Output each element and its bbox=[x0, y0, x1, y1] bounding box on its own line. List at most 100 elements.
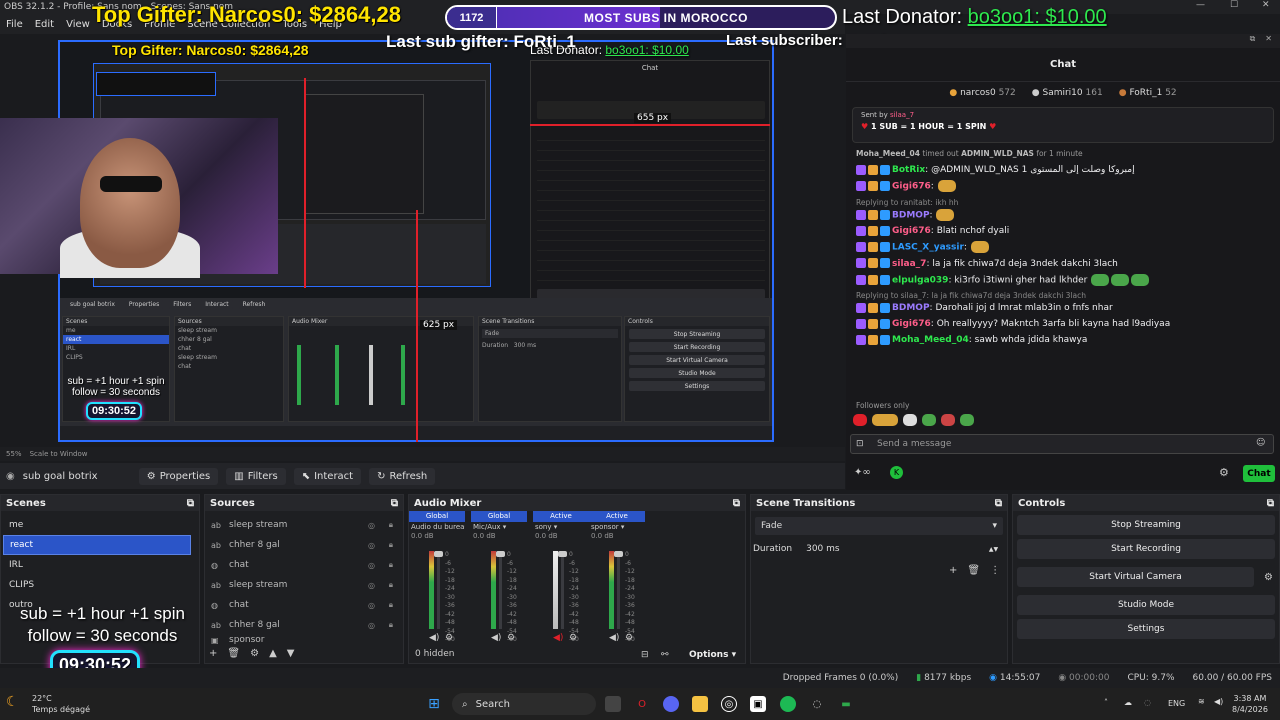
gear-icon[interactable]: ⚙ bbox=[625, 633, 633, 643]
filters-button[interactable]: ▥ Filters bbox=[226, 467, 286, 485]
lock-icon[interactable]: 🔒︎ bbox=[389, 520, 393, 530]
eye-icon[interactable]: ◎ bbox=[368, 561, 375, 570]
scene-item-me[interactable]: me bbox=[3, 515, 191, 535]
emote[interactable] bbox=[1131, 273, 1150, 286]
lock-icon[interactable]: 🔒︎ bbox=[389, 600, 393, 610]
chat-message[interactable]: Replying to ranitabt: ikh hh BDMOP: bbox=[846, 195, 1280, 224]
interact-button[interactable]: ⬉ Interact bbox=[293, 467, 362, 485]
lock-icon[interactable]: 🔒︎ bbox=[389, 560, 393, 570]
volume-icon[interactable]: ◀) bbox=[1214, 697, 1223, 706]
volume-fader[interactable] bbox=[561, 551, 564, 629]
fader-knob[interactable] bbox=[614, 551, 623, 557]
chat-message-input[interactable]: Send a message bbox=[850, 434, 1274, 454]
lock-icon[interactable]: 🔒︎ bbox=[389, 620, 393, 630]
taskbar-search[interactable]: ⌕ Search bbox=[452, 693, 596, 715]
weather-icon[interactable]: ☾ bbox=[6, 694, 19, 710]
scene-item-irl[interactable]: IRL bbox=[3, 555, 191, 575]
eye-icon[interactable]: ◎ bbox=[368, 601, 375, 610]
eye-icon[interactable]: ◎ bbox=[368, 521, 375, 530]
chat-message[interactable]: Replying to silaa_7: la ja fik chiwa7d d… bbox=[846, 288, 1280, 316]
capcut-icon[interactable]: ▣ bbox=[750, 696, 766, 712]
emote[interactable] bbox=[1111, 273, 1130, 286]
volume-fader[interactable] bbox=[617, 551, 620, 629]
layout-icon[interactable]: ⊟ bbox=[641, 650, 649, 660]
source-item[interactable]: ab chher 8 gal ◎ 🔒︎ bbox=[205, 615, 403, 635]
menu-file[interactable]: File bbox=[6, 19, 23, 30]
chat-username[interactable]: Moha_Meed_04 bbox=[892, 335, 969, 345]
chat-message[interactable]: Moha_Meed_04: sawb whda jdida khawya bbox=[846, 332, 1280, 348]
fader-knob[interactable] bbox=[558, 551, 567, 557]
gear-icon[interactable]: ⚙ bbox=[250, 648, 259, 659]
obs-icon[interactable]: ◎ bbox=[721, 696, 737, 712]
source-item[interactable]: ab sleep stream ◎ 🔒︎ bbox=[205, 515, 403, 535]
dock-undock-icon[interactable]: ⧉ bbox=[995, 498, 1002, 509]
close-icon[interactable]: ✕ bbox=[1262, 0, 1270, 10]
add-icon[interactable]: + bbox=[949, 565, 957, 576]
dock-undock-icon[interactable]: ⧉ bbox=[733, 498, 740, 509]
source-item[interactable]: ◍ chat ◎ 🔒︎ bbox=[205, 555, 403, 575]
chat-username[interactable]: elpulga039 bbox=[892, 275, 948, 285]
spotify-icon[interactable] bbox=[780, 696, 796, 712]
menu-view[interactable]: View bbox=[66, 19, 90, 30]
menu-edit[interactable]: Edit bbox=[35, 19, 54, 30]
mixer-options-button[interactable]: Options ▾ bbox=[689, 650, 736, 660]
speaker-icon[interactable]: ◀) bbox=[553, 633, 563, 643]
source-item[interactable]: ab sleep stream ◎ 🔒︎ bbox=[205, 575, 403, 595]
volume-fader[interactable] bbox=[499, 551, 502, 629]
gear-icon[interactable]: ⚙ bbox=[507, 633, 515, 643]
discord-icon[interactable] bbox=[663, 696, 679, 712]
chat-message[interactable]: LASC_X_yassir: bbox=[846, 239, 1280, 256]
source-item[interactable]: ab chher 8 gal ◎ 🔒︎ bbox=[205, 535, 403, 555]
dock-undock-icon[interactable]: ⧉ bbox=[1267, 498, 1274, 509]
chat-message[interactable]: Gigi676: bbox=[846, 178, 1280, 195]
dock-undock-icon[interactable]: ⧉ bbox=[187, 498, 194, 509]
fader-knob[interactable] bbox=[434, 551, 443, 557]
start-recording-button[interactable]: Start Recording bbox=[1017, 539, 1275, 559]
chat-message[interactable]: silaa_7: la ja fik chiwa7d deja 3ndek da… bbox=[846, 256, 1280, 272]
chat-username[interactable]: BDMOP bbox=[892, 303, 930, 313]
chat-username[interactable]: LASC_X_yassir bbox=[892, 243, 964, 253]
chat-message[interactable]: elpulga039: ki3rfo i3tiwni gher had lkhd… bbox=[846, 272, 1280, 289]
stop-streaming-button[interactable]: Stop Streaming bbox=[1017, 515, 1275, 535]
start-virtual-camera-button[interactable]: Start Virtual Camera bbox=[1017, 567, 1255, 587]
chat-username[interactable]: BDMOP bbox=[892, 210, 930, 220]
bits-icon[interactable]: ✦∞ bbox=[854, 467, 871, 478]
move-down-icon[interactable]: ▼ bbox=[287, 648, 295, 659]
opera-icon[interactable]: O bbox=[634, 696, 650, 712]
trash-icon[interactable]: 🗑︎ bbox=[967, 565, 980, 576]
weather-widget[interactable]: 22°C Temps dégagé bbox=[32, 693, 90, 715]
gear-icon[interactable]: ⚙ bbox=[445, 633, 453, 643]
chat-message[interactable]: Gigi676: Oh reallyyyy? Makntch 3arfa bli… bbox=[846, 316, 1280, 332]
system-clock[interactable]: 3:38 AM 8/4/2026 bbox=[1232, 693, 1268, 715]
undock-icon[interactable]: ⧉ bbox=[1250, 34, 1256, 48]
pinned-message[interactable]: Sent by silaa_7 ♥ 1 SUB = 1 HOUR = 1 SPI… bbox=[852, 107, 1274, 143]
channel-name[interactable]: Audio du bureau ▾ bbox=[409, 522, 465, 532]
studio-mode-button[interactable]: Studio Mode bbox=[1017, 595, 1275, 615]
windows-start-icon[interactable]: ⊞ bbox=[426, 696, 442, 712]
duration-input[interactable]: 300 ms ▲▼ bbox=[802, 541, 1003, 557]
emote-picker-icon[interactable]: ☺ bbox=[1256, 438, 1265, 448]
chat-message[interactable]: BotRix: @ADMIN_WLD_NAS 1 إمبروكا وصلت إل… bbox=[846, 162, 1280, 178]
wifi-icon[interactable]: ≋ bbox=[1198, 697, 1205, 706]
scene-item-clips[interactable]: CLIPS bbox=[3, 575, 191, 595]
source-item[interactable]: ◍ chat ◎ 🔒︎ bbox=[205, 595, 403, 615]
channel-points-icon[interactable]: K bbox=[890, 466, 903, 479]
tray-app-icon[interactable]: ◌ bbox=[1144, 698, 1151, 707]
zoom-mode[interactable]: Scale to Window bbox=[30, 450, 88, 458]
fader-knob[interactable] bbox=[496, 551, 505, 557]
chat-settings-icon[interactable]: ⚙ bbox=[1219, 466, 1229, 479]
transition-select[interactable]: Fade ▾ bbox=[755, 517, 1003, 535]
eye-icon[interactable]: ◎ bbox=[368, 541, 375, 550]
speaker-icon[interactable]: ◀) bbox=[609, 633, 619, 643]
chat-username[interactable]: Gigi676 bbox=[892, 182, 931, 192]
move-up-icon[interactable]: ▲ bbox=[269, 648, 277, 659]
emote[interactable] bbox=[937, 180, 956, 192]
add-icon[interactable]: + bbox=[209, 648, 217, 659]
close-icon[interactable]: ✕ bbox=[1265, 34, 1272, 48]
settings-button[interactable]: Settings bbox=[1017, 619, 1275, 639]
chat-username[interactable]: Gigi676 bbox=[892, 319, 931, 329]
properties-button[interactable]: ⚙ Properties bbox=[138, 467, 219, 485]
scene-item-react[interactable]: react bbox=[3, 535, 191, 555]
speaker-icon[interactable]: ◀) bbox=[429, 633, 439, 643]
link-icon[interactable]: ⚯ bbox=[661, 650, 669, 660]
